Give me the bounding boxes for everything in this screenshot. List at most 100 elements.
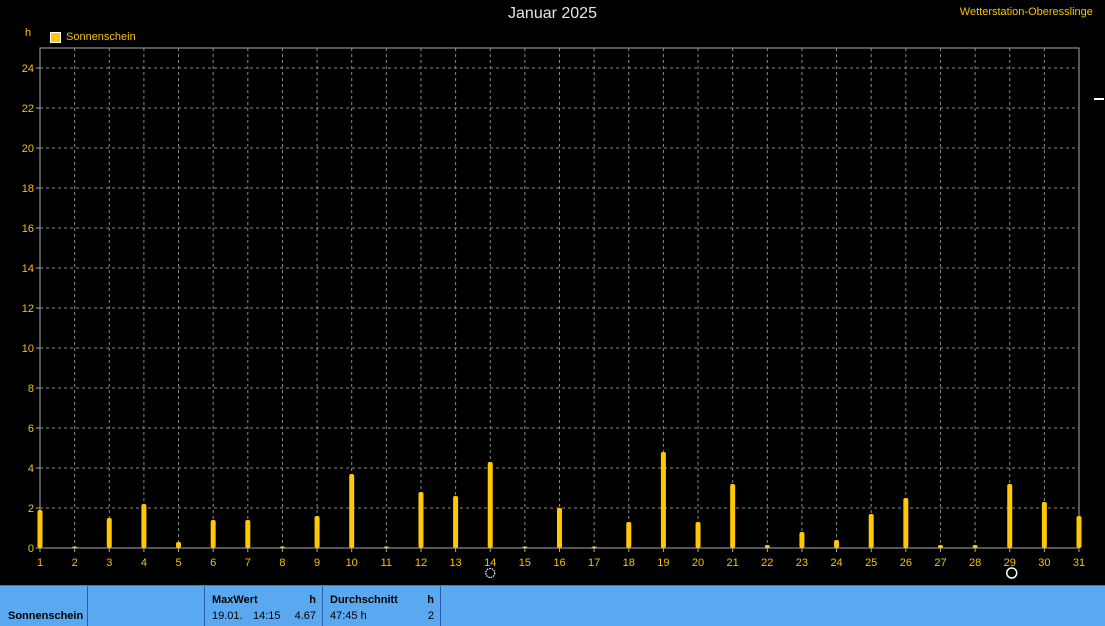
x-tick-label: 28 [969, 557, 981, 569]
x-tick-label: 26 [900, 557, 912, 569]
x-axis: 1 2 3 4 5 6 7 8 9 10 11 12 13 14 15 16 17 18 19 20 21 22 23 24 2… [37, 548, 1085, 569]
durchschnitt-header: Durchschnitt [330, 594, 398, 606]
y-axis: 024681012141618202224 [22, 63, 40, 555]
new-moon-icon [1005, 567, 1018, 579]
x-tick-label: 17 [588, 557, 600, 569]
y-tick-label: 20 [22, 143, 34, 155]
x-tick-label: 11 [381, 557, 392, 569]
x-tick-label: 4 [141, 557, 147, 569]
bar [418, 492, 424, 548]
bar [834, 540, 840, 548]
bar [903, 498, 909, 548]
summary-table: Sonnenschein MaxWert h 19.01. 14:15 4.67… [0, 585, 1105, 626]
x-tick-label: 7 [245, 557, 251, 569]
y-tick-label: 8 [28, 383, 34, 395]
bar [730, 484, 736, 548]
durchschnitt-value: 2 [427, 610, 434, 622]
x-tick-label: 16 [553, 557, 565, 569]
bar [557, 508, 562, 548]
maxwert-time: 14:15 [253, 610, 281, 622]
bar [314, 516, 320, 548]
maxwert-date: 19.01. [212, 610, 243, 622]
y-unit-label: h [25, 27, 32, 39]
x-tick-label: 29 [1004, 557, 1016, 569]
bar [937, 545, 943, 548]
x-tick-label: 3 [106, 557, 112, 569]
x-tick-label: 13 [449, 557, 461, 569]
row-label-cell: Sonnenschein [0, 586, 88, 626]
legend[interactable]: Sonnenschein [50, 31, 136, 43]
x-tick-label: 18 [623, 557, 635, 569]
maxwert-value: 4.67 [294, 610, 316, 622]
y-tick-label: 2 [28, 503, 34, 515]
bar [106, 518, 112, 548]
durchschnitt-total: 47:45 h [330, 610, 367, 622]
x-tick-label: 24 [830, 557, 842, 569]
grid [39, 47, 1080, 549]
bar [37, 510, 43, 548]
x-tick-label: 25 [865, 557, 877, 569]
bar [1076, 516, 1082, 548]
bar [141, 504, 147, 548]
sunshine-chart: 024681012141618202224 1 2 3 4 5 6 7 8 9 10 11 12 13 1… [22, 47, 1085, 579]
row-label: Sonnenschein [8, 610, 84, 622]
x-tick-label: 12 [415, 557, 427, 569]
full-moon-icon [485, 567, 496, 579]
bar [660, 452, 666, 548]
x-tick-label: 5 [175, 557, 181, 569]
bar [349, 474, 355, 548]
x-tick-label: 2 [72, 557, 78, 569]
bar [799, 532, 805, 548]
moon-markers [485, 567, 1018, 579]
bar [1041, 502, 1047, 548]
bar [972, 545, 978, 548]
y-tick-label: 16 [22, 223, 34, 235]
bar [176, 542, 182, 548]
y-tick-label: 24 [22, 63, 34, 75]
bar [591, 546, 597, 548]
legend-label: Sonnenschein [66, 31, 136, 43]
maxwert-header: MaxWert [212, 594, 258, 606]
scroll-handle[interactable] [1093, 0, 1105, 585]
y-tick-label: 0 [28, 543, 34, 555]
empty-cell [88, 586, 205, 626]
x-tick-label: 8 [279, 557, 285, 569]
x-tick-label: 14 [484, 557, 496, 569]
durchschnitt-cell: Durchschnitt h 47:45 h 2 [323, 586, 441, 626]
x-tick-label: 30 [1038, 557, 1050, 569]
bar [626, 522, 632, 548]
y-tick-label: 12 [22, 303, 34, 315]
maxwert-unit: h [309, 594, 316, 606]
legend-swatch [50, 31, 61, 43]
bar [210, 520, 216, 548]
y-tick-label: 18 [22, 183, 34, 195]
x-tick-label: 19 [657, 557, 669, 569]
bar [868, 514, 874, 548]
x-tick-label: 21 [727, 557, 739, 569]
durchschnitt-unit: h [427, 594, 434, 606]
chart-title: Januar 2025 [508, 5, 597, 22]
bar [383, 546, 389, 548]
x-tick-label: 31 [1073, 557, 1085, 569]
bar [453, 496, 459, 548]
x-tick-label: 10 [346, 557, 358, 569]
bar [279, 546, 285, 548]
bar [695, 522, 701, 548]
bar [522, 546, 528, 548]
y-tick-label: 6 [28, 423, 34, 435]
y-tick-label: 10 [22, 343, 34, 355]
x-tick-label: 23 [796, 557, 808, 569]
bar [764, 545, 770, 548]
y-tick-label: 22 [22, 103, 34, 115]
x-tick-label: 22 [761, 557, 773, 569]
bar [245, 520, 251, 548]
bar [1007, 484, 1013, 548]
station-name: Wetterstation-Oberesslingen [959, 6, 1099, 18]
y-tick-label: 4 [28, 463, 34, 475]
x-tick-label: 9 [314, 557, 320, 569]
x-tick-label: 1 [37, 557, 43, 569]
bar [487, 462, 493, 548]
x-tick-label: 20 [692, 557, 704, 569]
x-tick-label: 27 [934, 557, 946, 569]
x-tick-label: 15 [519, 557, 531, 569]
